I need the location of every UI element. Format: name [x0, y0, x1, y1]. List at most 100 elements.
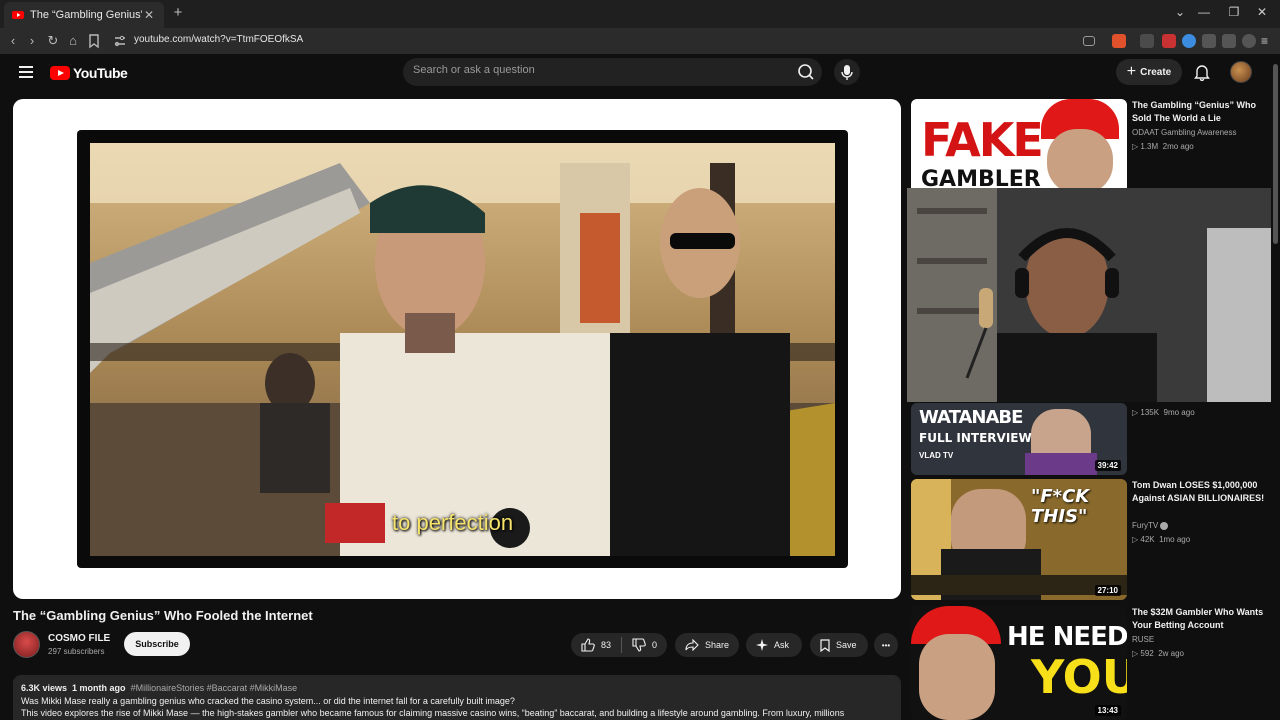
user-avatar[interactable]	[1230, 61, 1252, 83]
channel-name[interactable]: COSMO FILE	[48, 633, 110, 644]
like-count: 83	[601, 640, 612, 650]
menu-icon[interactable]: ≡	[1261, 34, 1275, 48]
recommendation-channel: ODAAT Gambling Awareness	[1132, 128, 1237, 137]
youtube-header: YouTube +Create	[0, 54, 1280, 92]
more-actions-button[interactable]: •••	[874, 633, 898, 657]
youtube-play-icon	[50, 66, 70, 80]
subscriber-count: 297 subscribers	[48, 647, 105, 656]
recommendation-meta: ▷ 592 2w ago	[1132, 649, 1184, 658]
home-icon[interactable]: ⌂	[65, 33, 81, 49]
tab-search-icon[interactable]: ⌄	[1170, 5, 1190, 19]
video-scene-image	[90, 143, 835, 556]
restore-icon[interactable]: ❐	[1224, 5, 1244, 19]
extension-icon[interactable]	[1162, 34, 1176, 48]
scrollbar-thumb[interactable]	[1273, 64, 1278, 244]
reload-icon[interactable]: ↻	[45, 33, 61, 49]
thumbnail-text: HE NEEDS	[1007, 622, 1127, 652]
shirt	[1025, 453, 1097, 475]
face	[919, 634, 995, 720]
extension-icon[interactable]	[1140, 34, 1154, 48]
view-count: 6.3K views	[21, 683, 68, 693]
extension-icon[interactable]	[1182, 34, 1196, 48]
new-tab-icon[interactable]: +	[170, 5, 186, 21]
hamburger-menu-icon[interactable]	[19, 66, 33, 78]
plus-icon: +	[1126, 63, 1137, 80]
ask-label: Ask	[774, 640, 790, 650]
save-label: Save	[836, 640, 857, 650]
duration-badge: 27:10	[1094, 585, 1121, 596]
url-text[interactable]: youtube.com/watch?v=TtmFOEOfkSA	[134, 34, 303, 45]
tab-close-icon[interactable]: ✕	[142, 8, 156, 22]
video-frame: to perfection	[77, 130, 848, 568]
face	[1047, 129, 1113, 194]
recommendation-item[interactable]: "F*CK THIS" 27:10 Tom Dwan LOSES $1,000,…	[911, 479, 1271, 600]
thumbs-up-icon	[581, 638, 595, 652]
create-label: Create	[1140, 66, 1172, 78]
hashtags[interactable]: #MillionaireStories #Baccarat #MikkiMase	[131, 683, 298, 693]
search-box	[403, 58, 822, 86]
microphone-icon[interactable]	[834, 59, 860, 85]
save-button[interactable]: Save	[810, 633, 868, 657]
bookmark-icon[interactable]	[86, 33, 102, 49]
tab-title: The “Gambling Genius” Who Fooled the Int…	[30, 9, 142, 21]
description-meta: 6.3K views 1 month ago #MillionaireStori…	[21, 683, 893, 693]
recommendation-thumbnail: "F*CK THIS" 27:10	[911, 479, 1127, 600]
sparkle-icon	[756, 639, 768, 651]
search-icon[interactable]	[792, 60, 820, 84]
subscribe-button[interactable]: Subscribe	[124, 632, 190, 656]
dislike-button[interactable]: 0	[622, 633, 667, 657]
share-button[interactable]: Share	[675, 633, 739, 657]
music-icon[interactable]	[1222, 34, 1236, 48]
recommendation-item[interactable]: HE NEEDS YOU 13:43 The $32M Gambler Who …	[911, 606, 1271, 720]
thumbs-down-icon	[632, 638, 646, 652]
logo-text: YouTube	[73, 65, 128, 81]
video-caption: to perfection	[392, 510, 514, 535]
recommendation-channel: FuryTV	[1132, 521, 1169, 530]
description-line: This video explores the rise of Mikki Ma…	[21, 708, 845, 718]
create-button[interactable]: + Create	[1116, 59, 1182, 85]
thumbnail-text: YOU	[1031, 650, 1127, 704]
notifications-bell-icon[interactable]	[1194, 63, 1210, 81]
browser-tab-bar: The “Gambling Genius” Who Fooled the Int…	[0, 0, 1280, 28]
share-label: Share	[704, 640, 729, 650]
browser-tab[interactable]: The “Gambling Genius” Who Fooled the Int…	[4, 2, 164, 28]
recommendation-channel: RUSE	[1132, 635, 1155, 644]
brave-shield-icon[interactable]	[1112, 34, 1126, 48]
like-dislike-group: 83 0	[571, 633, 667, 657]
back-icon[interactable]: ‹	[5, 33, 21, 49]
like-button[interactable]: 83	[571, 633, 621, 657]
thumbnail-text: "F*CK THIS"	[1031, 486, 1090, 527]
address-bar: ‹ › ↻ ⌂ youtube.com/watch?v=TtmFOEOfkSA …	[0, 28, 1280, 54]
youtube-logo[interactable]: YouTube	[50, 65, 128, 81]
duration-badge: 13:43	[1094, 705, 1121, 716]
ask-button[interactable]: Ask	[746, 633, 802, 657]
forward-icon[interactable]: ›	[24, 33, 40, 49]
recommendation-meta: ▷ 1.3M 2mo ago	[1132, 142, 1194, 151]
recommendation-thumbnail: HE NEEDS YOU 13:43	[911, 606, 1127, 720]
share-icon	[685, 639, 699, 651]
recommendation-meta: ▷ 42K 1mo ago	[1132, 535, 1191, 544]
site-info-icon[interactable]	[112, 33, 128, 49]
youtube-favicon-icon	[12, 11, 24, 19]
thumbnail-text: FAKE	[921, 113, 1044, 167]
recommendation-thumbnail: WATANABE FULL INTERVIEW VLAD TV 39:42	[911, 403, 1127, 475]
video-player[interactable]: to perfection	[13, 99, 901, 599]
channel-avatar[interactable]	[13, 631, 40, 658]
recommendation-title: Tom Dwan LOSES $1,000,000 Against ASIAN …	[1132, 480, 1265, 503]
webcam-overlay	[907, 188, 1280, 402]
thumbnail-text: WATANABE	[919, 407, 1023, 428]
puzzle-icon[interactable]	[1202, 34, 1216, 48]
search-input[interactable]	[413, 64, 773, 76]
profile-icon[interactable]	[1242, 34, 1256, 48]
sidebar-scrollbar[interactable]	[1271, 54, 1280, 720]
video-description[interactable]: 6.3K views 1 month ago #MillionaireStori…	[13, 675, 901, 720]
minimize-icon[interactable]: —	[1194, 5, 1214, 19]
duration-badge: 39:42	[1094, 460, 1121, 471]
recommendation-item[interactable]: WATANABE FULL INTERVIEW VLAD TV 39:42 ▷ …	[911, 403, 1271, 475]
thumbnail-text: FULL INTERVIEW	[919, 431, 1032, 445]
cast-icon[interactable]	[1083, 36, 1095, 46]
video-title: The “Gambling Genius” Who Fooled the Int…	[13, 608, 313, 623]
recommendation-title: The Gambling “Genius” Who Sold The World…	[1132, 100, 1257, 123]
description-line: Was Mikki Mase really a gambling genius …	[21, 696, 515, 706]
close-window-icon[interactable]: ✕	[1252, 5, 1272, 19]
